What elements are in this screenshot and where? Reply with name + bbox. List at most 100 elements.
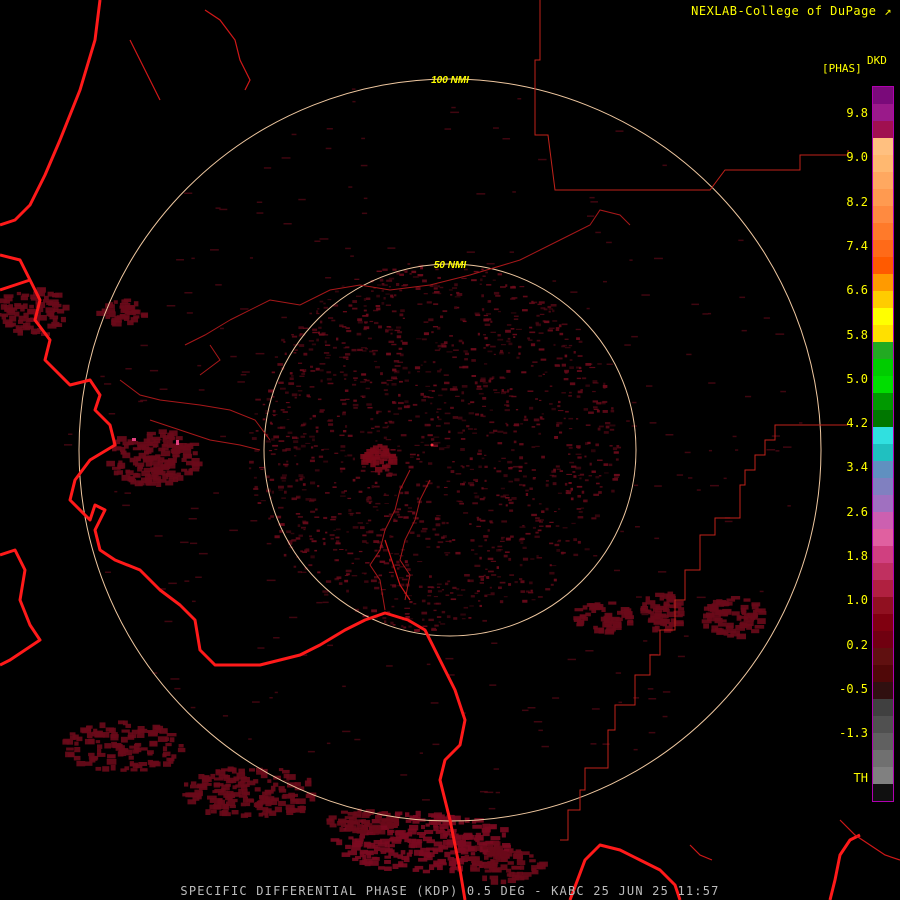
echo-cell [114,490,118,493]
echo-cell [576,370,582,372]
echo-cell [538,158,547,161]
echo-cell [138,762,148,766]
echo-cell [456,834,464,840]
echo-cell [316,338,319,342]
legend-swatch [873,580,893,597]
echo-cell [507,861,514,865]
echo-cell [361,347,367,349]
echo-cell [291,335,298,338]
echo-cell [522,546,527,550]
echo-cell [569,382,576,386]
echo-cell [500,487,505,490]
echo-cell [471,375,477,377]
echo-cell [215,207,221,209]
echo-cell [319,409,325,412]
echo-cell [522,709,529,712]
echo-cell [484,363,488,365]
echo-cell [450,470,455,474]
echo-cell [476,860,483,866]
echo-cell [161,443,169,448]
echo-cell [454,283,458,287]
resize-corner-icon[interactable]: ↗ [884,4,892,18]
echo-cell [32,331,38,335]
echo-cell [487,550,490,552]
echo-cell [529,302,535,305]
echo-cell [352,307,358,310]
echo-cell [125,368,132,370]
echo-cell [513,850,523,856]
echo-cell [536,555,539,557]
echo-cell [340,495,346,497]
echo-cell [132,749,139,754]
echo-cell [326,354,331,356]
echo-cell [632,401,637,404]
echo-cell [408,625,412,628]
echo-cell [585,650,594,652]
echo-cell [787,505,791,507]
echo-cell [357,318,363,322]
echo-cell [342,685,346,688]
echo-cell [436,408,442,410]
echo-cell [433,609,437,612]
echo-cell [513,430,517,433]
echo-cell [316,313,320,315]
echo-cell [367,431,373,434]
echo-cell [556,424,560,427]
echo-cell [428,318,434,322]
echo-cell [249,257,254,259]
echo-cell [122,452,131,459]
echo-cell [529,331,536,334]
echo-cell [577,540,581,544]
echo-cell [479,582,484,584]
echo-cell [296,496,300,499]
echo-cell [265,410,270,412]
echo-cell [721,619,727,623]
echo-cell [524,462,528,465]
echo-cell [363,305,367,307]
echo-cell [302,483,306,486]
echo-cell [333,529,336,531]
echo-cell [596,482,600,485]
echo-cell [367,519,372,522]
echo-cell [383,562,390,565]
echo-cell [218,798,223,802]
echo-cell [506,324,512,326]
echo-cell [559,431,563,434]
echo-cell [557,540,561,543]
echo-cell [319,369,324,372]
echo-cell [388,513,393,516]
echo-cell [398,861,404,868]
echo-cell [437,276,441,280]
echo-cell [491,862,498,867]
echo-cell [348,186,353,188]
echo-cell [266,579,276,582]
echo-cell [475,839,480,843]
echo-cell [318,326,322,329]
echo-cell [340,449,346,452]
echo-cell [482,845,487,850]
echo-cell [390,449,396,451]
echo-cell [534,535,540,538]
echo-cell [209,797,215,803]
echo-cell [424,423,431,427]
echo-cell [550,304,557,307]
echo-cell [195,576,202,578]
echo-cell [405,819,412,823]
echo-cell [400,309,405,313]
echo-cell [420,441,424,443]
echo-cell [361,137,366,140]
echo-cell [419,460,423,463]
echo-cell [197,783,207,789]
echo-cell [519,526,526,528]
legend-swatch [873,376,893,393]
echo-cell [561,323,568,326]
echo-cell [328,317,334,319]
echo-cell [549,571,555,575]
echo-cell [376,411,379,415]
echo-cell [372,506,378,508]
echo-cell [406,832,413,837]
echo-cell [481,487,484,490]
credit-label: NEXLAB-College of DuPage ↗ [691,4,892,18]
echo-cell [282,449,287,452]
echo-cell [140,399,148,402]
